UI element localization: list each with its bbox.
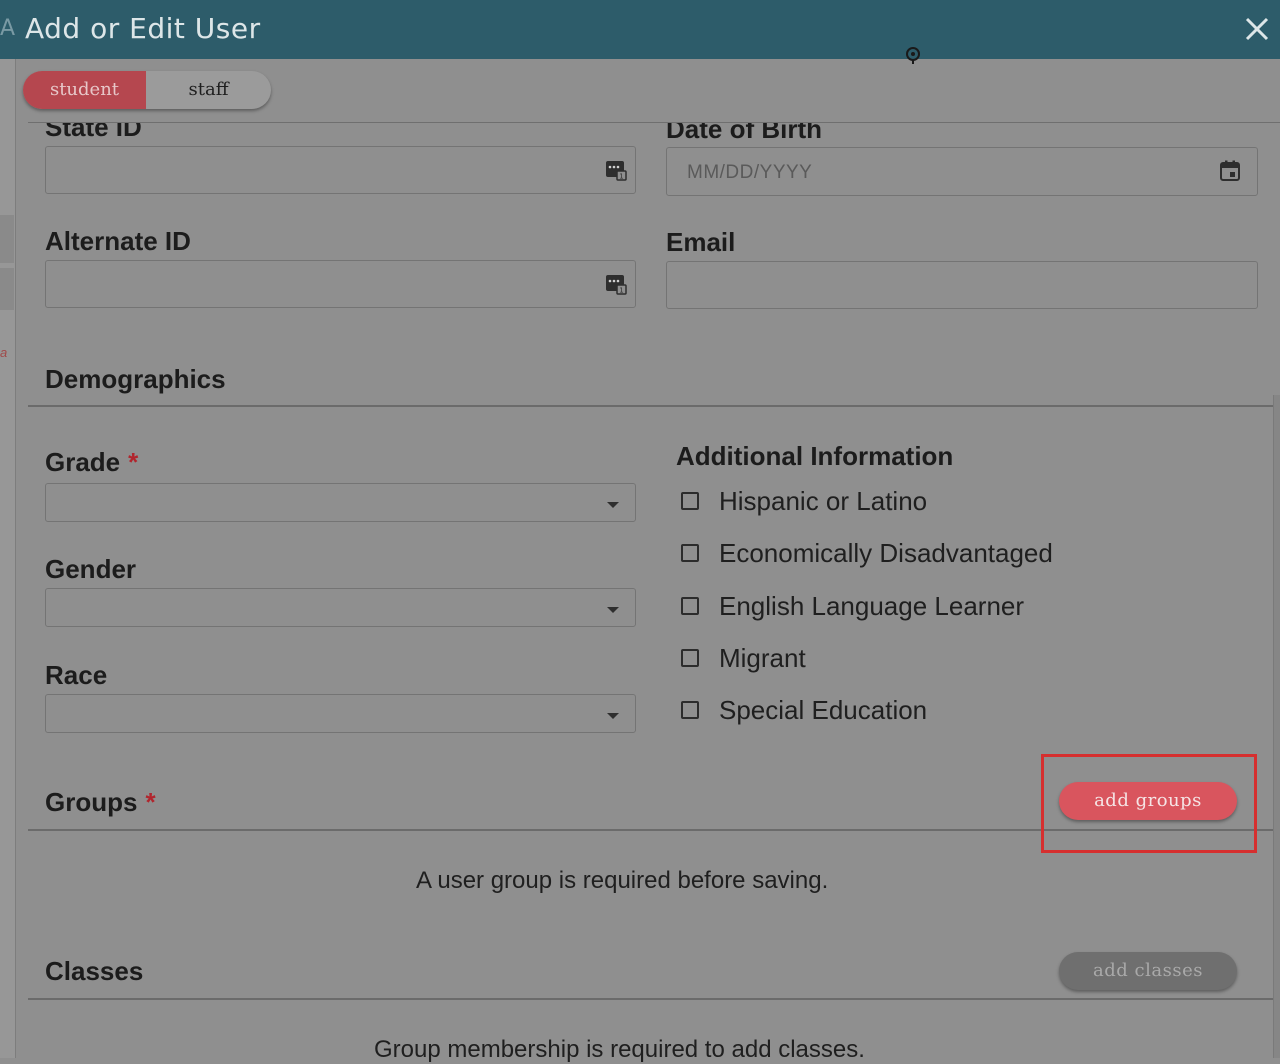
checkbox-label: Economically Disadvantaged xyxy=(719,538,1053,568)
checkbox-label: Hispanic or Latino xyxy=(719,486,928,516)
highlight-box xyxy=(1041,754,1257,853)
date-of-birth-input[interactable]: MM/DD/YYYY xyxy=(666,147,1258,196)
checkbox-label: Special Education xyxy=(719,695,928,725)
checkbox-square[interactable] xyxy=(681,649,699,667)
role-option-student[interactable]: student xyxy=(23,71,146,109)
date-of-birth-placeholder: MM/DD/YYYY xyxy=(687,162,813,183)
dialog-title: Add or Edit User xyxy=(25,12,261,45)
calendar-icon[interactable] xyxy=(1218,159,1242,183)
grade-select[interactable] xyxy=(45,483,636,522)
close-icon[interactable] xyxy=(1240,12,1274,46)
scrollbar[interactable] xyxy=(1273,395,1280,1058)
background-text: A xyxy=(0,16,16,41)
demographics-heading: Demographics xyxy=(45,364,226,394)
checkbox-square[interactable] xyxy=(681,492,699,510)
required-asterisk: * xyxy=(145,787,156,817)
svg-text:1: 1 xyxy=(619,287,623,295)
alternate-id-input[interactable]: 1 xyxy=(45,260,636,308)
background-page-strip: a xyxy=(0,0,16,1058)
state-id-input[interactable]: 1 xyxy=(45,146,636,194)
dialog-titlebar: A Add or Edit User xyxy=(0,0,1280,59)
role-option-staff[interactable]: staff xyxy=(146,71,271,109)
background-block xyxy=(0,215,14,263)
race-label: Race xyxy=(45,660,108,690)
add-classes-button[interactable]: add classes xyxy=(1059,952,1237,990)
checkbox-square[interactable] xyxy=(681,544,699,562)
id-card-icon: 1 xyxy=(606,275,627,295)
checkbox-square[interactable] xyxy=(681,701,699,719)
classes-required-message: Group membership is required to add clas… xyxy=(374,1036,865,1063)
svg-text:1: 1 xyxy=(619,173,623,181)
groups-heading-text: Groups xyxy=(45,787,138,817)
background-block xyxy=(0,268,14,310)
checkbox-label: English Language Learner xyxy=(719,591,1025,621)
dropdown-arrow-icon xyxy=(607,607,619,613)
cursor-icon xyxy=(906,47,920,64)
checkbox-label: Migrant xyxy=(719,643,806,673)
background-text: a xyxy=(0,345,8,360)
additional-info-heading: Additional Information xyxy=(676,441,954,471)
gender-label: Gender xyxy=(45,554,137,584)
groups-heading: Groups * xyxy=(45,787,156,818)
email-label: Email xyxy=(666,227,736,257)
classes-divider xyxy=(28,998,1274,1000)
alternate-id-label: Alternate ID xyxy=(45,226,191,256)
classes-heading: Classes xyxy=(45,956,144,986)
state-id-label: State ID xyxy=(45,112,142,142)
grade-label-text: Grade xyxy=(45,447,121,477)
checkbox-square[interactable] xyxy=(681,597,699,615)
dropdown-arrow-icon xyxy=(607,713,619,719)
dropdown-arrow-icon xyxy=(607,502,619,508)
scroll-top-divider xyxy=(28,122,1280,123)
grade-label: Grade * xyxy=(45,447,138,478)
email-input[interactable] xyxy=(666,261,1258,309)
demographics-divider xyxy=(28,405,1274,407)
role-toggle[interactable]: student staff xyxy=(23,71,271,109)
date-of-birth-label: Date of Birth xyxy=(666,114,822,144)
id-card-icon: 1 xyxy=(606,161,627,181)
required-asterisk: * xyxy=(128,447,139,477)
race-select[interactable] xyxy=(45,694,636,733)
gender-select[interactable] xyxy=(45,588,636,627)
groups-required-message: A user group is required before saving. xyxy=(416,867,829,894)
